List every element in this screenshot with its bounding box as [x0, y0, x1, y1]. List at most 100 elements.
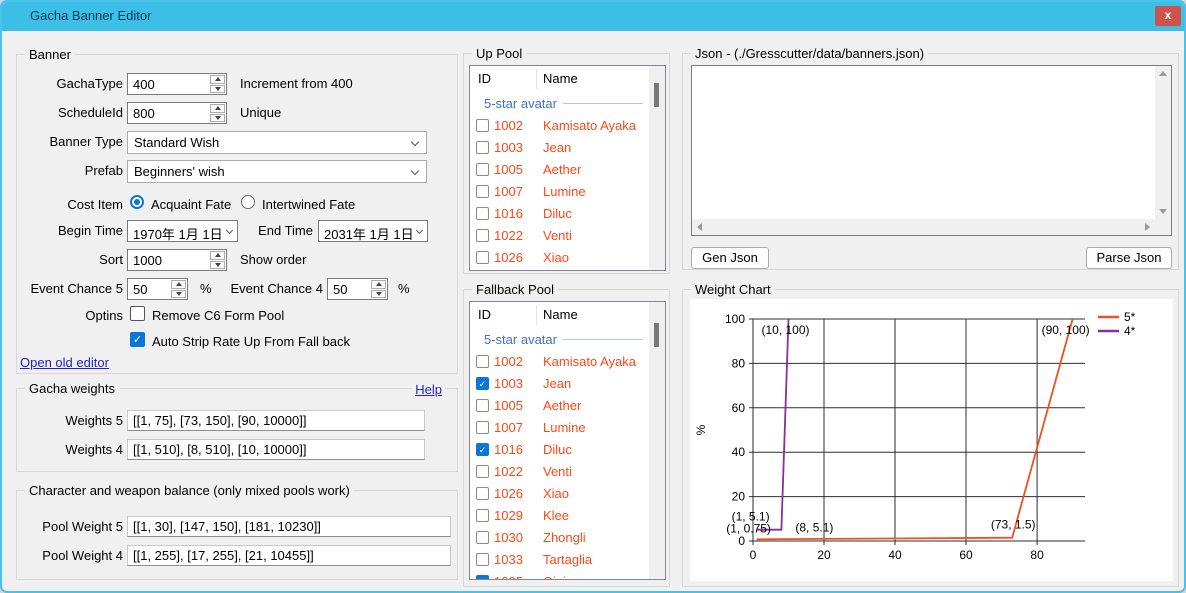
- fallback-pool-scrollbar-thumb[interactable]: [654, 323, 659, 347]
- pool-row-1035[interactable]: 1035 Qiqi: [470, 571, 649, 580]
- gachatype-spinner[interactable]: [127, 73, 227, 95]
- pool-row-1033[interactable]: 1033 Tartaglia: [470, 549, 649, 571]
- scroll-right-arrow-icon[interactable]: [1145, 223, 1150, 231]
- pool-checkbox-1022[interactable]: [476, 465, 489, 478]
- pool-weight-5-field[interactable]: [127, 516, 451, 537]
- open-old-editor-link[interactable]: Open old editor: [20, 355, 109, 370]
- up-pool-scrollbar[interactable]: [649, 66, 665, 270]
- pool-row-1002[interactable]: 1002 Kamisato Ayaka: [470, 351, 649, 373]
- pool-checkbox-1033[interactable]: [476, 553, 489, 566]
- event-chance-4-label: Event Chance 4: [211, 281, 323, 297]
- scheduleid-spinner[interactable]: [127, 102, 227, 124]
- pool-row-1029[interactable]: 1029 Klee: [470, 505, 649, 527]
- pool-checkbox-1016[interactable]: [476, 443, 489, 456]
- pool-row-1002[interactable]: 1002 Kamisato Ayaka: [470, 115, 649, 137]
- sort-spinner[interactable]: [127, 249, 227, 271]
- pool-checkbox-1003[interactable]: [476, 377, 489, 390]
- json-horizontal-scrollbar[interactable]: [692, 219, 1155, 235]
- pool-checkbox-1026[interactable]: [476, 251, 489, 264]
- pool-weight-4-input[interactable]: [128, 546, 450, 565]
- pool-row-1016[interactable]: 1016 Diluc: [470, 203, 649, 225]
- gachatype-input[interactable]: [128, 74, 209, 94]
- pool-row-1007[interactable]: 1007 Lumine: [470, 417, 649, 439]
- json-textarea[interactable]: [691, 65, 1172, 236]
- gen-json-button[interactable]: Gen Json: [691, 247, 769, 269]
- pool-checkbox-1005[interactable]: [476, 399, 489, 412]
- fallback-pool-scrollbar[interactable]: [649, 302, 665, 579]
- up-pool-listview[interactable]: ID Name 5-star avatar 1002 Kamisato Ayak…: [469, 65, 666, 271]
- event-chance-5-down-arrow-icon[interactable]: [171, 290, 186, 299]
- pool-checkbox-1007[interactable]: [476, 421, 489, 434]
- pool-checkbox-1026[interactable]: [476, 487, 489, 500]
- weights-5-field[interactable]: [127, 410, 425, 431]
- fallback-pool-listview[interactable]: ID Name 5-star avatar 1002 Kamisato Ayak…: [469, 301, 666, 580]
- event-chance-4-down-arrow-icon[interactable]: [371, 290, 386, 299]
- pool-checkbox-1029[interactable]: [476, 509, 489, 522]
- pool-checkbox-1016[interactable]: [476, 207, 489, 220]
- event-chance-5-input[interactable]: [128, 279, 170, 299]
- weights-5-input[interactable]: [128, 411, 424, 430]
- column-header-name[interactable]: Name: [543, 71, 578, 86]
- pool-row-1030[interactable]: 1030 Zhongli: [470, 527, 649, 549]
- json-vertical-scrollbar[interactable]: [1155, 66, 1171, 219]
- sort-down-arrow-icon[interactable]: [210, 261, 225, 270]
- sort-input[interactable]: [128, 250, 209, 270]
- pool-checkbox-1007[interactable]: [476, 185, 489, 198]
- close-button[interactable]: x: [1155, 6, 1181, 26]
- gachatype-down-arrow-icon[interactable]: [210, 85, 225, 94]
- pool-weight-4-field[interactable]: [127, 545, 451, 566]
- scroll-up-arrow-icon[interactable]: [1159, 71, 1167, 76]
- checkbox-auto-strip-rate-up[interactable]: [130, 332, 145, 347]
- column-header-name[interactable]: Name: [543, 307, 578, 322]
- pool-checkbox-1005[interactable]: [476, 163, 489, 176]
- pool-row-1003[interactable]: 1003 Jean: [470, 137, 649, 159]
- pool-checkbox-1003[interactable]: [476, 141, 489, 154]
- banner-type-combobox[interactable]: Standard Wish: [127, 131, 427, 154]
- scroll-down-arrow-icon[interactable]: [1159, 209, 1167, 214]
- pool-row-1026[interactable]: 1026 Xiao: [470, 247, 649, 269]
- sort-up-arrow-icon[interactable]: [210, 251, 225, 260]
- scheduleid-up-arrow-icon[interactable]: [210, 104, 225, 113]
- event-chance-4-input[interactable]: [328, 279, 370, 299]
- gachatype-up-arrow-icon[interactable]: [210, 75, 225, 84]
- radio-acquaint-fate-label[interactable]: Acquaint Fate: [151, 197, 231, 212]
- scheduleid-input[interactable]: [128, 103, 209, 123]
- column-header-id[interactable]: ID: [478, 307, 491, 322]
- event-chance-4-spinner[interactable]: [327, 278, 388, 300]
- parse-json-button[interactable]: Parse Json: [1086, 247, 1172, 269]
- radio-intertwined-fate-label[interactable]: Intertwined Fate: [262, 197, 355, 212]
- pool-row-1007[interactable]: 1007 Lumine: [470, 181, 649, 203]
- titlebar[interactable]: Gacha Banner Editor x: [0, 0, 1186, 31]
- pool-row-1022[interactable]: 1022 Venti: [470, 225, 649, 247]
- pool-row-1022[interactable]: 1022 Venti: [470, 461, 649, 483]
- pool-row-1016[interactable]: 1016 Diluc: [470, 439, 649, 461]
- weights-4-input[interactable]: [128, 440, 424, 459]
- column-header-id[interactable]: ID: [478, 71, 491, 86]
- end-time-datepicker[interactable]: 2031年 1月 1日: [318, 220, 428, 242]
- pool-checkbox-1002[interactable]: [476, 119, 489, 132]
- event-chance-5-up-arrow-icon[interactable]: [171, 280, 186, 289]
- pool-row-1005[interactable]: 1005 Aether: [470, 395, 649, 417]
- event-chance-5-spinner[interactable]: [127, 278, 188, 300]
- checkbox-remove-c6-form-pool[interactable]: [130, 306, 145, 321]
- weights-4-field[interactable]: [127, 439, 425, 460]
- pool-row-1026[interactable]: 1026 Xiao: [470, 483, 649, 505]
- scheduleid-down-arrow-icon[interactable]: [210, 114, 225, 123]
- pool-row-1003[interactable]: 1003 Jean: [470, 373, 649, 395]
- pool-checkbox-1030[interactable]: [476, 531, 489, 544]
- pool-checkbox-1022[interactable]: [476, 229, 489, 242]
- pool-checkbox-1035[interactable]: [476, 575, 489, 580]
- pool-row-1005[interactable]: 1005 Aether: [470, 159, 649, 181]
- pool-weight-5-input[interactable]: [128, 517, 450, 536]
- help-link[interactable]: Help: [412, 382, 445, 397]
- scroll-left-arrow-icon[interactable]: [697, 223, 702, 231]
- up-pool-scrollbar-thumb[interactable]: [654, 83, 659, 107]
- json-content[interactable]: [694, 68, 1153, 217]
- radio-acquaint-fate[interactable]: [130, 195, 144, 209]
- pool-checkbox-1002[interactable]: [476, 355, 489, 368]
- prefab-combobox[interactable]: Beginners' wish: [127, 160, 427, 183]
- checkbox-remove-c6-form-pool-label[interactable]: Remove C6 Form Pool: [152, 308, 284, 323]
- radio-intertwined-fate[interactable]: [241, 195, 255, 209]
- checkbox-auto-strip-rate-up-label[interactable]: Auto Strip Rate Up From Fall back: [152, 334, 350, 349]
- event-chance-4-up-arrow-icon[interactable]: [371, 280, 386, 289]
